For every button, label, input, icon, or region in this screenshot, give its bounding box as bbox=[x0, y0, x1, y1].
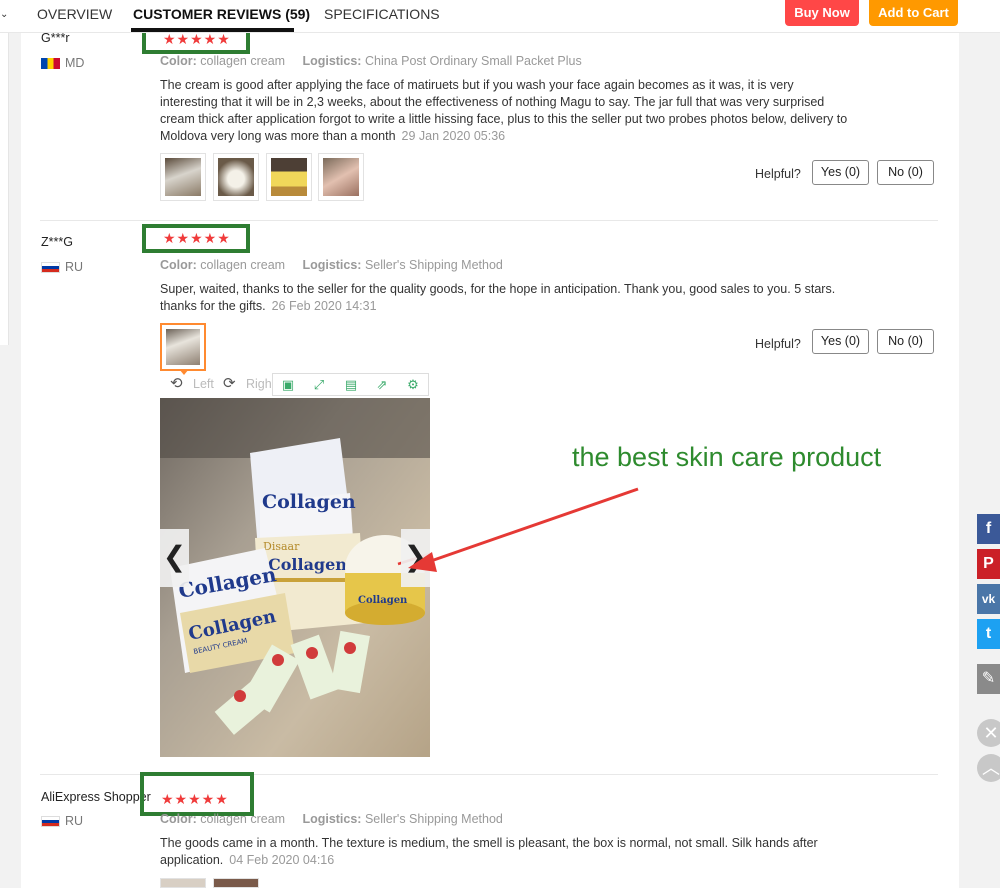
tab-overview[interactable]: OVERVIEW bbox=[37, 6, 112, 22]
review-photo-large[interactable]: Collagen Disaar Collagen Collagen Collag… bbox=[160, 398, 430, 757]
reviewer-name: AliExpress Shopper bbox=[41, 790, 151, 804]
next-image-button[interactable]: ❯ bbox=[401, 529, 430, 587]
review-meta: Color: collagen cream Logistics: China P… bbox=[160, 54, 582, 68]
rotate-right-icon[interactable]: ⟳ bbox=[223, 374, 236, 392]
logistics-value: China Post Ordinary Small Packet Plus bbox=[364, 54, 582, 68]
save-icon[interactable]: ▤ bbox=[342, 376, 360, 394]
review-photo-thumb[interactable] bbox=[318, 153, 364, 201]
color-value: collagen cream bbox=[200, 812, 286, 826]
review-text: The goods came in a month. The texture i… bbox=[160, 835, 850, 869]
rotate-right-label[interactable]: Righ bbox=[246, 377, 272, 391]
reviewer-country: RU bbox=[65, 260, 84, 274]
helpful-label: Helpful? bbox=[755, 337, 801, 351]
logistics-value: Seller's Shipping Method bbox=[364, 258, 503, 272]
logistics-label: Logistics: bbox=[302, 258, 362, 272]
pinterest-share-icon[interactable]: P bbox=[977, 549, 1000, 579]
box-subtitle-text: Disaar bbox=[263, 540, 300, 553]
review-date: 29 Jan 2020 05:36 bbox=[401, 129, 506, 143]
review-meta: Color: collagen cream Logistics: Seller'… bbox=[160, 812, 503, 826]
rotate-left-label[interactable]: Left bbox=[193, 377, 214, 391]
helpful-no-button[interactable]: No (0) bbox=[877, 329, 934, 354]
reviewer-name: Z***G bbox=[41, 235, 73, 249]
add-to-cart-button[interactable]: Add to Cart bbox=[869, 0, 958, 26]
review-photo-thumb-selected[interactable] bbox=[160, 323, 206, 371]
left-side-panel bbox=[0, 33, 9, 345]
scroll-up-icon[interactable]: ︿ bbox=[977, 754, 1000, 782]
review-photo-thumb[interactable] bbox=[160, 153, 206, 201]
logistics-label: Logistics: bbox=[302, 54, 362, 68]
collagen-product-photo: Collagen Disaar Collagen Collagen Collag… bbox=[160, 398, 430, 757]
chevron-down-icon[interactable]: ⌄ bbox=[0, 9, 8, 20]
close-icon[interactable]: ✕ bbox=[977, 719, 1000, 747]
tab-specifications[interactable]: SPECIFICATIONS bbox=[324, 6, 440, 22]
review-text: The cream is good after applying the fac… bbox=[160, 77, 850, 145]
active-tab-indicator bbox=[131, 28, 294, 32]
review-text: Super, waited, thanks to the seller for … bbox=[160, 281, 840, 315]
box-brand-text: Collagen bbox=[268, 555, 347, 574]
edit-icon[interactable]: ✎ bbox=[977, 664, 1000, 694]
review-date: 04 Feb 2020 04:16 bbox=[229, 853, 335, 867]
reviewer-country: RU bbox=[65, 814, 84, 828]
review-body: Super, waited, thanks to the seller for … bbox=[160, 282, 836, 313]
helpful-no-button[interactable]: No (0) bbox=[877, 160, 934, 185]
fullscreen-icon[interactable]: ⤢ bbox=[310, 376, 328, 394]
flag-ru-icon bbox=[41, 816, 60, 827]
logistics-value: Seller's Shipping Method bbox=[364, 812, 503, 826]
reviewer-country: MD bbox=[65, 56, 85, 70]
annotation-text: the best skin care product bbox=[572, 442, 882, 472]
rating-highlight-box: ★★★★★ bbox=[140, 772, 254, 816]
twitter-share-icon[interactable]: t bbox=[977, 619, 1000, 649]
flag-md-icon bbox=[41, 58, 60, 69]
box-brand-text: Collagen bbox=[262, 491, 356, 513]
review-photo-thumb[interactable] bbox=[213, 153, 259, 201]
viewer-tool-group: ▣ ⤢ ▤ ⇗ ⚙ bbox=[272, 373, 429, 396]
review-date: 26 Feb 2020 14:31 bbox=[271, 299, 377, 313]
flag-ru-icon bbox=[41, 262, 60, 273]
color-value: collagen cream bbox=[200, 258, 286, 272]
star-rating: ★★★★★ bbox=[161, 791, 229, 807]
facebook-share-icon[interactable]: f bbox=[977, 514, 1000, 544]
helpful-label: Helpful? bbox=[755, 167, 801, 181]
review-meta: Color: collagen cream Logistics: Seller'… bbox=[160, 258, 503, 272]
previous-image-button[interactable]: ❮ bbox=[160, 529, 189, 587]
review-photo-thumb[interactable] bbox=[213, 878, 259, 888]
color-label: Color: bbox=[160, 258, 197, 272]
reviewer-name: G***r bbox=[41, 31, 70, 45]
vk-share-icon[interactable]: vk bbox=[977, 584, 1000, 614]
product-tab-bar: ⌄ OVERVIEW CUSTOMER REVIEWS (59) SPECIFI… bbox=[0, 0, 1000, 33]
tab-customer-reviews[interactable]: CUSTOMER REVIEWS (59) bbox=[133, 6, 310, 22]
share-icon[interactable]: ⇗ bbox=[373, 376, 391, 394]
color-value: collagen cream bbox=[200, 54, 286, 68]
settings-gear-icon[interactable]: ⚙ bbox=[404, 376, 422, 394]
original-size-icon[interactable]: ▣ bbox=[279, 376, 297, 394]
color-label: Color: bbox=[160, 54, 197, 68]
image-viewer-toolbar: ⟲ Left ⟳ Righ ▣ ⤢ ▤ ⇗ ⚙ bbox=[160, 373, 430, 398]
helpful-yes-button[interactable]: Yes (0) bbox=[812, 160, 869, 185]
review-photo-thumb[interactable] bbox=[160, 878, 206, 888]
helpful-yes-button[interactable]: Yes (0) bbox=[812, 329, 869, 354]
rating-highlight-box: ★★★★★ bbox=[142, 224, 250, 253]
star-rating: ★★★★★ bbox=[163, 230, 231, 246]
rotate-left-icon[interactable]: ⟲ bbox=[170, 374, 183, 392]
review-divider bbox=[40, 220, 938, 221]
review-photo-thumb[interactable] bbox=[266, 153, 312, 201]
buy-now-button[interactable]: Buy Now bbox=[785, 0, 859, 26]
color-label: Color: bbox=[160, 812, 197, 826]
logistics-label: Logistics: bbox=[302, 812, 362, 826]
jar-brand-text: Collagen bbox=[358, 595, 408, 606]
